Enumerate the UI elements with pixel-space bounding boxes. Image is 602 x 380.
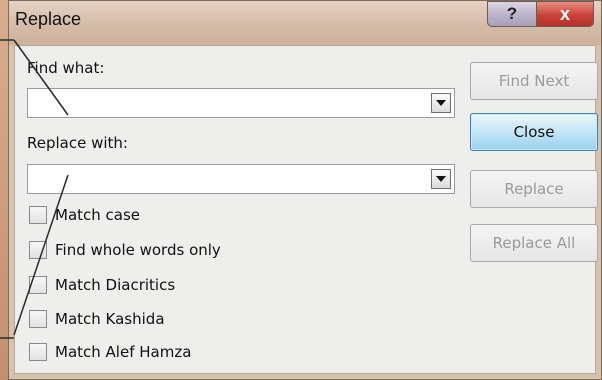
match-case-label: Match case <box>55 206 141 224</box>
replace-with-label: Replace with: <box>27 134 128 152</box>
chevron-down-icon <box>436 176 446 182</box>
dialog-title: Replace <box>15 9 82 29</box>
replace-dialog: Replace ? x Find what: Replace with: Mat… <box>8 0 602 380</box>
find-next-button[interactable]: Find Next <box>470 62 598 100</box>
option-match-kashida[interactable]: Match Kashida <box>29 310 165 328</box>
title-bar[interactable]: Replace ? x <box>9 1 601 45</box>
match-kashida-checkbox[interactable] <box>29 310 47 328</box>
find-what-dropdown-button[interactable] <box>431 93 451 113</box>
help-button[interactable]: ? <box>487 1 537 27</box>
chevron-down-icon <box>436 100 446 106</box>
match-diacritics-checkbox[interactable] <box>29 276 47 294</box>
replace-with-dropdown-button[interactable] <box>431 169 451 189</box>
find-what-combobox[interactable] <box>27 88 455 118</box>
dialog-body: Find what: Replace with: Match case Find… <box>14 45 598 374</box>
match-alef-hamza-checkbox[interactable] <box>29 343 47 361</box>
option-whole-words[interactable]: Find whole words only <box>29 241 221 259</box>
replace-with-combobox[interactable] <box>27 164 455 194</box>
close-button[interactable]: Close <box>470 113 598 151</box>
option-match-diacritics[interactable]: Match Diacritics <box>29 276 175 294</box>
match-alef-hamza-label: Match Alef Hamza <box>55 343 192 361</box>
replace-button[interactable]: Replace <box>470 170 598 208</box>
find-what-label: Find what: <box>27 59 105 77</box>
replace-all-button[interactable]: Replace All <box>470 224 598 262</box>
whole-words-checkbox[interactable] <box>29 241 47 259</box>
close-window-button[interactable]: x <box>536 1 594 27</box>
option-match-alef-hamza[interactable]: Match Alef Hamza <box>29 343 191 361</box>
option-match-case[interactable]: Match case <box>29 206 140 224</box>
match-kashida-label: Match Kashida <box>55 310 165 328</box>
whole-words-label: Find whole words only <box>55 241 221 259</box>
match-diacritics-label: Match Diacritics <box>55 276 176 294</box>
match-case-checkbox[interactable] <box>29 206 47 224</box>
